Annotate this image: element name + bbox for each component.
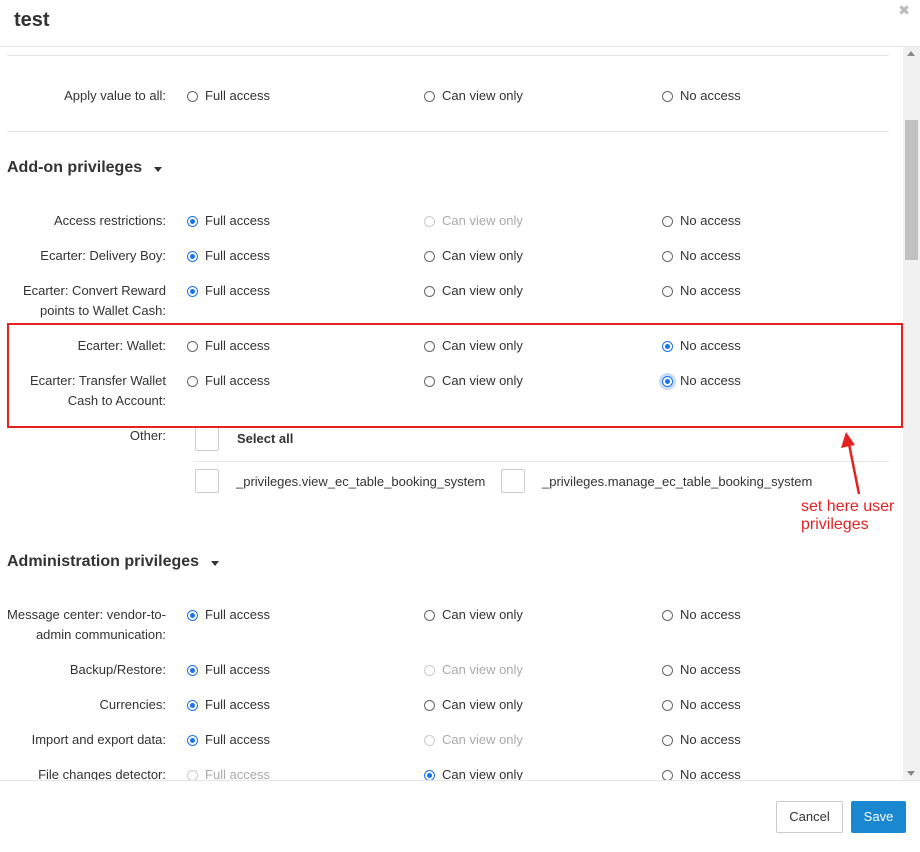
radio-icon [424,215,435,227]
radio-icon[interactable] [662,769,673,780]
privilege-label: Access restrictions: [54,213,166,228]
save-button[interactable]: Save [851,801,906,833]
divider [194,461,889,462]
privilege-checkbox-manage-booking[interactable] [501,469,525,493]
privilege-label: Ecarter: Delivery Boy: [40,248,166,263]
caret-down-icon[interactable] [154,166,163,172]
annotation-text: set here user privileges [801,498,895,533]
apply-all-view[interactable]: Can view only [424,86,523,106]
option-view[interactable]: Can view only [424,281,523,301]
dialog-header: test ✖ [0,0,920,47]
radio-icon[interactable] [662,250,673,262]
option-none[interactable]: No access [662,730,741,750]
close-icon[interactable]: ✖ [898,2,910,19]
option-none[interactable]: No access [662,211,741,231]
option-full[interactable]: Full access [187,211,270,231]
privilege-label: Message center: vendor-to-admin communic… [7,607,166,642]
option-none[interactable]: No access [662,246,741,266]
radio-icon[interactable] [187,90,198,102]
option-full[interactable]: Full access [187,695,270,715]
option-view[interactable]: Can view only [424,605,523,625]
privilege-label-manage-booking: _privileges.manage_ec_table_booking_syst… [542,474,813,489]
radio-icon[interactable] [424,609,435,621]
radio-checked-icon[interactable] [187,609,198,621]
annotation-arrow-icon [841,432,861,495]
privilege-label: File changes detector: [38,767,166,780]
radio-icon [187,769,198,780]
dialog-footer: Cancel Save [0,780,920,852]
radio-checked-icon[interactable] [187,664,198,676]
radio-icon[interactable] [424,250,435,262]
privilege-label: Backup/Restore: [69,662,166,677]
dialog-title: test [14,9,50,31]
option-view: Can view only [424,730,523,750]
option-full[interactable]: Full access [187,605,270,625]
radio-icon[interactable] [662,734,673,746]
radio-icon[interactable] [662,215,673,227]
radio-icon[interactable] [424,90,435,102]
apply-all-label: Apply value to all: [64,88,166,103]
radio-icon[interactable] [662,285,673,297]
option-full[interactable]: Full access [187,246,270,266]
divider [7,55,889,56]
select-all-checkbox[interactable] [195,427,219,451]
other-label: Other: [129,428,166,443]
radio-checked-icon[interactable] [187,215,198,227]
option-full: Full access [187,765,270,780]
radio-icon [424,664,435,676]
addon-section-title[interactable]: Add-on privileges [7,159,163,177]
privilege-label: Ecarter: Convert Reward points to Wallet … [22,283,166,318]
privilege-label-view-booking: _privileges.view_ec_table_booking_system [236,474,486,489]
radio-icon[interactable] [662,609,673,621]
scroll-down-icon[interactable] [907,771,915,776]
option-full[interactable]: Full access [187,281,270,301]
radio-icon[interactable] [662,699,673,711]
radio-icon[interactable] [662,664,673,676]
annotation-highlight-box [7,323,903,428]
option-none[interactable]: No access [662,281,741,301]
radio-icon [424,734,435,746]
option-view: Can view only [424,211,523,231]
radio-icon[interactable] [424,285,435,297]
option-view[interactable]: Can view only [424,246,523,266]
radio-icon[interactable] [662,90,673,102]
apply-all-full[interactable]: Full access [187,86,270,106]
vertical-scrollbar[interactable] [903,47,920,780]
radio-checked-icon[interactable] [424,769,435,780]
divider [7,131,889,132]
privilege-label: Currencies: [99,697,166,712]
scrollbar-thumb[interactable] [905,120,918,260]
caret-down-icon[interactable] [211,560,220,566]
apply-all-none[interactable]: No access [662,86,741,106]
privilege-label: Import and export data: [31,732,166,747]
option-full[interactable]: Full access [187,660,270,680]
radio-icon[interactable] [424,699,435,711]
select-all-label: Select all [237,431,294,446]
radio-checked-icon[interactable] [187,699,198,711]
radio-checked-icon[interactable] [187,285,198,297]
radio-checked-icon[interactable] [187,734,198,746]
option-none[interactable]: No access [662,695,741,715]
option-full[interactable]: Full access [187,730,270,750]
radio-checked-icon[interactable] [187,250,198,262]
privilege-checkbox-view-booking[interactable] [195,469,219,493]
admin-section-title[interactable]: Administration privileges [7,553,220,571]
option-view[interactable]: Can view only [424,695,523,715]
option-none[interactable]: No access [662,660,741,680]
scroll-up-icon[interactable] [907,51,915,56]
option-view: Can view only [424,660,523,680]
option-none[interactable]: No access [662,765,741,780]
option-view[interactable]: Can view only [424,765,523,780]
cancel-button[interactable]: Cancel [776,801,843,833]
option-none[interactable]: No access [662,605,741,625]
